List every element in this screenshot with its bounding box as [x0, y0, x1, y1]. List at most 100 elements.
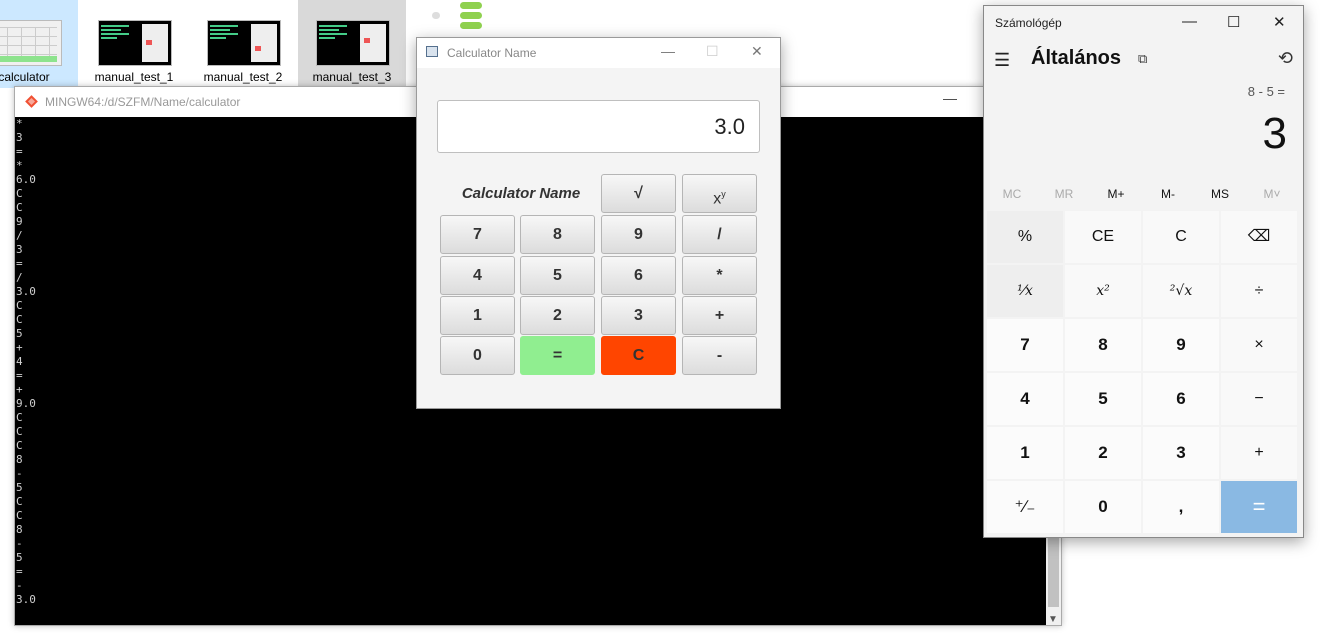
windows-calculator-window[interactable]: Számológép — ☐ ✕ ☰ Általános ⧉ ⟲ 8 - 5 =…: [983, 5, 1304, 538]
scrollbar-thumb[interactable]: [1048, 537, 1059, 607]
digit-1-button[interactable]: 1: [987, 427, 1063, 479]
file-label: manual_test_3: [312, 70, 392, 84]
memory-subtract-button[interactable]: M-: [1142, 187, 1194, 201]
minimize-icon[interactable]: —: [661, 43, 675, 59]
minimize-button[interactable]: —: [943, 90, 957, 106]
equals-button[interactable]: =: [520, 336, 595, 375]
multiply-button[interactable]: *: [682, 256, 757, 295]
maximize-icon[interactable]: ☐: [706, 43, 719, 60]
digit-2-button[interactable]: 2: [1065, 427, 1141, 479]
terminal-line: C: [16, 509, 23, 522]
thumbnail-calculator: [0, 20, 62, 66]
digit-0-button[interactable]: 0: [1065, 481, 1141, 533]
minimize-icon[interactable]: —: [1182, 13, 1197, 30]
app-icon: [426, 46, 438, 57]
calculator-display: 3.0: [437, 100, 760, 153]
digit-5-button[interactable]: 5: [520, 256, 595, 295]
square-button[interactable]: x²: [1065, 265, 1141, 317]
digit-7-button[interactable]: 7: [440, 215, 515, 254]
memory-list-button[interactable]: M˅: [1246, 187, 1298, 201]
minus-button[interactable]: −: [1221, 373, 1297, 425]
expression-display: 8 - 5 =: [1247, 84, 1285, 99]
digit-7-button[interactable]: 7: [987, 319, 1063, 371]
sqrt-button[interactable]: √: [601, 174, 676, 213]
javafx-calculator-window[interactable]: Calculator Name — ☐ ✕ 3.0 Calculator Nam…: [416, 37, 781, 409]
digit-9-button[interactable]: 9: [1143, 319, 1219, 371]
keep-on-top-icon[interactable]: ⧉: [1138, 51, 1147, 67]
digit-6-button[interactable]: 6: [601, 256, 676, 295]
terminal-line: 5: [16, 551, 23, 564]
backspace-icon[interactable]: ⌫: [1221, 211, 1297, 263]
history-icon[interactable]: ⟲: [1278, 48, 1293, 69]
wincalc-header: ☰ Általános ⧉ ⟲: [984, 40, 1303, 80]
terminal-line: C: [16, 425, 23, 438]
file-item-calculator[interactable]: calculator: [0, 0, 78, 88]
power-button[interactable]: xy: [682, 174, 757, 213]
digit-8-button[interactable]: 8: [520, 215, 595, 254]
thumbnail-manual-test-1: [98, 20, 172, 66]
terminal-line: -: [16, 467, 23, 480]
reciprocal-button[interactable]: ¹⁄x: [987, 265, 1063, 317]
percent-button[interactable]: %: [987, 211, 1063, 263]
digit-5-button[interactable]: 5: [1065, 373, 1141, 425]
terminal-title: MINGW64:/d/SZFM/Name/calculator: [45, 95, 241, 109]
terminal-line: 3.0: [16, 593, 36, 606]
close-icon[interactable]: ✕: [1273, 13, 1286, 31]
terminal-line: 8: [16, 453, 23, 466]
clear-entry-button[interactable]: CE: [1065, 211, 1141, 263]
result-display: 3: [1262, 109, 1287, 158]
terminal-line: 5: [16, 481, 23, 494]
calculator-name-label: Calculator Name: [461, 185, 581, 202]
maximize-icon[interactable]: ☐: [1227, 13, 1240, 31]
digit-4-button[interactable]: 4: [987, 373, 1063, 425]
memory-clear-button[interactable]: MC: [986, 187, 1038, 201]
digit-0-button[interactable]: 0: [440, 336, 515, 375]
scroll-down-arrow-icon[interactable]: ▼: [1048, 614, 1058, 625]
subtract-button[interactable]: -: [682, 336, 757, 375]
clear-button[interactable]: C: [1143, 211, 1219, 263]
digit-1-button[interactable]: 1: [440, 296, 515, 335]
equals-button[interactable]: =: [1221, 481, 1297, 533]
app-titlebar[interactable]: Calculator Name — ☐ ✕: [417, 38, 780, 68]
hamburger-menu-icon[interactable]: ☰: [994, 50, 1010, 71]
memory-recall-button[interactable]: MR: [1038, 187, 1090, 201]
file-item-manual-test-3[interactable]: manual_test_3: [298, 0, 406, 88]
multiply-button[interactable]: ×: [1221, 319, 1297, 371]
file-label: manual_test_2: [203, 70, 283, 84]
terminal-line: C: [16, 495, 23, 508]
digit-4-button[interactable]: 4: [440, 256, 515, 295]
close-icon[interactable]: ✕: [751, 43, 763, 60]
square-root-button[interactable]: ²√x: [1143, 265, 1219, 317]
git-logo-icon: [25, 95, 38, 108]
divide-button[interactable]: /: [682, 215, 757, 254]
app-title: Calculator Name: [447, 46, 537, 60]
file-item-manual-test-1[interactable]: manual_test_1: [80, 0, 188, 88]
calculator-mode-title: Általános: [1031, 47, 1122, 69]
terminal-line: 8: [16, 523, 23, 536]
negate-button[interactable]: ⁺∕₋: [987, 481, 1063, 533]
terminal-line: C: [16, 411, 23, 424]
power-exponent: y: [721, 189, 726, 199]
digit-9-button[interactable]: 9: [601, 215, 676, 254]
thumbnail-manual-test-2: [207, 20, 281, 66]
decimal-button[interactable]: ,: [1143, 481, 1219, 533]
file-label: calculator: [0, 70, 50, 84]
memory-store-button[interactable]: MS: [1194, 187, 1246, 201]
add-button[interactable]: +: [682, 296, 757, 335]
divide-button[interactable]: ÷: [1221, 265, 1297, 317]
digit-2-button[interactable]: 2: [520, 296, 595, 335]
terminal-line: =: [16, 565, 23, 578]
memory-add-button[interactable]: M+: [1090, 187, 1142, 201]
digit-8-button[interactable]: 8: [1065, 319, 1141, 371]
diagram-thumbnail[interactable]: [430, 0, 490, 30]
digit-3-button[interactable]: 3: [1143, 427, 1219, 479]
clear-button[interactable]: C: [601, 336, 676, 375]
digit-3-button[interactable]: 3: [601, 296, 676, 335]
terminal-line: -: [16, 537, 23, 550]
wincalc-titlebar[interactable]: Számológép — ☐ ✕: [984, 6, 1303, 40]
digit-6-button[interactable]: 6: [1143, 373, 1219, 425]
terminal-line: -: [16, 579, 23, 592]
plus-button[interactable]: +: [1221, 427, 1297, 479]
file-item-manual-test-2[interactable]: manual_test_2: [189, 0, 297, 88]
file-label: manual_test_1: [94, 70, 174, 84]
